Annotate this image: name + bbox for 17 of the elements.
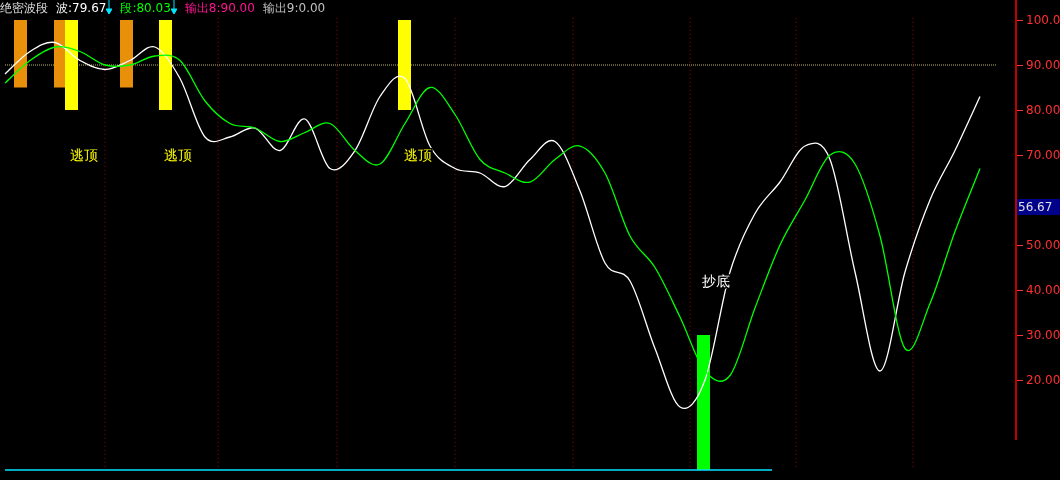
axis-label: 20.00 bbox=[1026, 372, 1060, 388]
legend-value: 段:80.03 bbox=[120, 0, 171, 16]
axis-label: 70.00 bbox=[1026, 147, 1060, 163]
legend-value: 波:79.67 bbox=[56, 0, 107, 16]
axis-label: 100.0 bbox=[1026, 12, 1060, 28]
axis-label: 80.00 bbox=[1026, 102, 1060, 118]
axis-label: 90.00 bbox=[1026, 57, 1060, 73]
axis-label: 50.00 bbox=[1026, 237, 1060, 253]
indicator-title: 绝密波段 bbox=[0, 0, 48, 16]
signal-label: 逃顶 bbox=[70, 147, 98, 163]
legend-value: 输出9:0.00 bbox=[262, 0, 326, 16]
signal-label: 逃顶 bbox=[404, 147, 432, 163]
axis-label: 30.00 bbox=[1026, 327, 1060, 343]
signal-label: 逃顶 bbox=[164, 147, 192, 163]
current-value-badge: 56.67 bbox=[1017, 199, 1060, 215]
legend-value: 输出8:90.00 bbox=[184, 0, 255, 16]
axis-label: 40.00 bbox=[1026, 282, 1060, 298]
